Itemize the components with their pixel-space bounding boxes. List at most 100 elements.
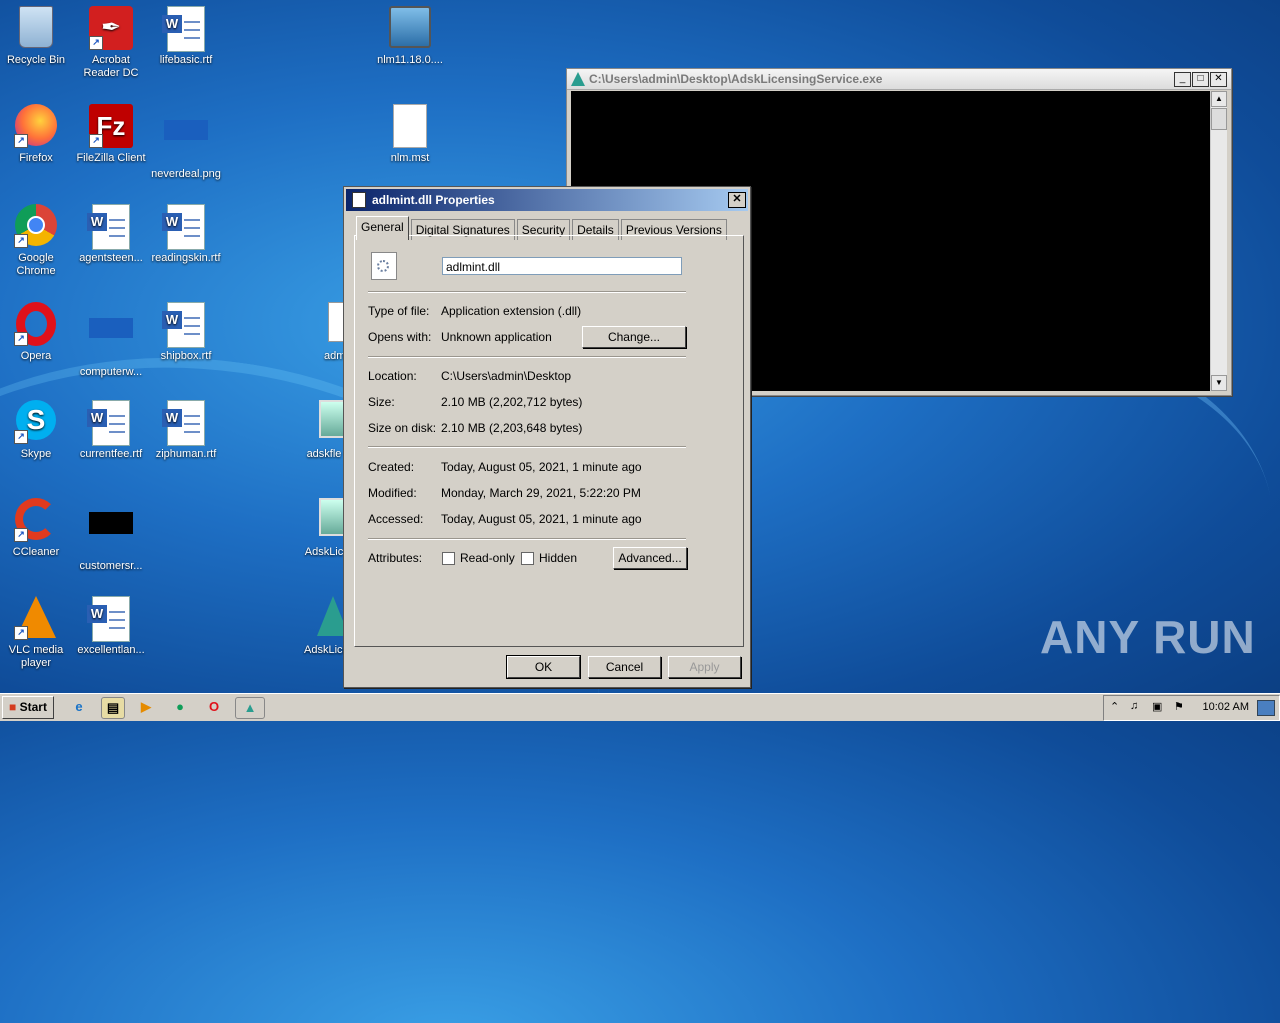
- start-button[interactable]: ■ Start: [2, 696, 54, 719]
- vlc-icon: ↗: [14, 596, 58, 640]
- divider: [368, 446, 686, 448]
- desktop-icon-chrome[interactable]: ↗ Google Chrome: [0, 198, 74, 278]
- volume-icon[interactable]: ♫: [1130, 700, 1138, 712]
- filename-input[interactable]: adlmint.dll: [442, 257, 682, 275]
- ie-icon[interactable]: e: [68, 697, 90, 717]
- system-tray: ⌃ ♫ ▣ ⚑ 10:02 AM: [1103, 695, 1280, 721]
- maximize-button[interactable]: □: [1192, 71, 1209, 87]
- explorer-folder-icon[interactable]: ▤: [101, 697, 125, 719]
- close-button[interactable]: ✕: [728, 192, 746, 208]
- word-doc-icon: W: [87, 204, 133, 250]
- ok-button[interactable]: OK: [506, 655, 581, 679]
- desktop-icon-currentfee[interactable]: W currentfee.rtf: [73, 394, 149, 461]
- dll-file-icon: [352, 192, 366, 208]
- tab-general[interactable]: General: [356, 216, 409, 240]
- apply-button[interactable]: Apply: [668, 656, 741, 678]
- properties-dialog[interactable]: adlmint.dll Properties ✕ General Digital…: [343, 186, 751, 688]
- desktop-icon-firefox[interactable]: ↗ Firefox: [0, 98, 74, 165]
- desktop-icon-opera[interactable]: ↗ Opera: [0, 296, 74, 363]
- image-file-icon: [295, 498, 344, 542]
- desktop-icon-shipbox[interactable]: W shipbox.rtf: [148, 296, 224, 363]
- desktop-icon-adsklice[interactable]: AdskLice: [290, 590, 344, 657]
- scroll-up-icon[interactable]: ▲: [1211, 91, 1227, 107]
- hidden-checkbox[interactable]: [521, 552, 534, 565]
- dialog-titlebar[interactable]: adlmint.dll Properties ✕: [346, 189, 748, 211]
- attributes-label: Attributes:: [368, 551, 423, 565]
- size-on-disk-label: Size on disk:: [368, 421, 437, 435]
- tray-expand-icon[interactable]: ⌃: [1110, 700, 1119, 713]
- modified-value: Monday, March 29, 2021, 5:22:20 PM: [441, 486, 641, 500]
- console-title: C:\Users\admin\Desktop\AdskLicensingServ…: [589, 72, 883, 86]
- type-label: Type of file:: [368, 304, 430, 318]
- size-label: Size:: [368, 395, 395, 409]
- dll-file-icon: [371, 252, 397, 280]
- anyrun-watermark: ANY RUN: [1040, 611, 1256, 663]
- desktop-icon-computerw[interactable]: computerw...: [73, 296, 149, 379]
- word-doc-icon: W: [162, 6, 208, 52]
- readonly-label: Read-only: [460, 551, 515, 565]
- taskbar: ■ Start e ▤ ▶ ● O ▲ ⌃ ♫ ▣ ⚑ 10:02 AM: [0, 693, 1280, 721]
- desktop-icon-agentsteen[interactable]: W agentsteen...: [73, 198, 149, 265]
- network-icon[interactable]: ▣: [1152, 700, 1162, 713]
- scroll-down-icon[interactable]: ▼: [1211, 375, 1227, 391]
- desktop-icon-readingskin[interactable]: W readingskin.rtf: [148, 198, 224, 265]
- advanced-button[interactable]: Advanced...: [613, 547, 687, 569]
- recycle-bin-icon: [14, 6, 58, 50]
- desktop-icon-nlm-mst[interactable]: nlm.mst: [372, 98, 448, 165]
- size-value: 2.10 MB (2,202,712 bytes): [441, 395, 583, 409]
- desktop-icon-vlc[interactable]: ↗ VLC media player: [0, 590, 74, 670]
- desktop-icon-customersr[interactable]: customersr...: [73, 492, 149, 573]
- desktop-icon-recycle-bin[interactable]: Recycle Bin: [0, 0, 74, 67]
- size-on-disk-value: 2.10 MB (2,203,648 bytes): [441, 421, 583, 435]
- autodesk-icon: [295, 596, 344, 640]
- desktop-icon-acrobat[interactable]: ✒ ↗ Acrobat Reader DC: [73, 0, 149, 80]
- chrome-icon[interactable]: ●: [169, 697, 191, 717]
- location-label: Location:: [368, 369, 417, 383]
- desktop-icon-filezilla[interactable]: Fz ↗ FileZilla Client: [73, 98, 149, 165]
- dialog-title: adlmint.dll Properties: [372, 193, 495, 207]
- image-file-icon: [164, 120, 208, 164]
- close-button[interactable]: ✕: [1210, 71, 1227, 87]
- desktop-icon-neverdeal[interactable]: neverdeal.png: [148, 98, 224, 181]
- scroll-thumb[interactable]: [1211, 108, 1227, 130]
- opera-icon[interactable]: O: [203, 697, 225, 717]
- filezilla-icon: Fz ↗: [89, 104, 133, 148]
- desktop-icon-ziphuman[interactable]: W ziphuman.rtf: [148, 394, 224, 461]
- cancel-button[interactable]: Cancel: [588, 656, 661, 678]
- word-doc-icon: W: [162, 302, 208, 348]
- console-titlebar[interactable]: C:\Users\admin\Desktop\AdskLicensingServ…: [567, 69, 1231, 90]
- desktop-icon-nlm-installer[interactable]: nlm11.18.0....: [372, 0, 448, 67]
- desktop-icon-lifebasic[interactable]: W lifebasic.rtf: [148, 0, 224, 67]
- desktop-icon-excellentlan[interactable]: W excellentlan...: [73, 590, 149, 657]
- console-scrollbar[interactable]: ▲ ▼: [1210, 91, 1227, 391]
- change-button[interactable]: Change...: [582, 326, 686, 348]
- image-file-icon: [89, 512, 133, 556]
- word-doc-icon: W: [162, 400, 208, 446]
- type-value: Application extension (.dll): [441, 304, 582, 318]
- hidden-label: Hidden: [539, 551, 578, 565]
- word-doc-icon: W: [87, 400, 133, 446]
- created-value: Today, August 05, 2021, 1 minute ago: [441, 460, 642, 474]
- opens-value: Unknown application: [441, 330, 552, 344]
- minimize-button[interactable]: _: [1174, 71, 1191, 87]
- word-doc-icon: W: [87, 596, 133, 642]
- general-panel: adlmint.dll Type of file: Application ex…: [354, 235, 744, 647]
- desktop-icon-adskfle[interactable]: adskfle: [290, 394, 344, 461]
- divider: [368, 538, 686, 540]
- word-doc-icon: W: [162, 204, 208, 250]
- flag-icon[interactable]: ⚑: [1174, 700, 1184, 713]
- modified-label: Modified:: [368, 486, 417, 500]
- image-file-icon: [295, 400, 344, 444]
- location-value: C:\Users\admin\Desktop: [441, 369, 572, 383]
- autodesk-icon[interactable]: ▲: [235, 697, 265, 719]
- desktop-icon-ccleaner[interactable]: ↗ CCleaner: [0, 492, 74, 559]
- acrobat-icon: ✒ ↗: [89, 6, 133, 50]
- clock[interactable]: 10:02 AM: [1203, 701, 1249, 713]
- readonly-checkbox[interactable]: [442, 552, 455, 565]
- desktop-icon-skype[interactable]: S ↗ Skype: [0, 394, 74, 461]
- media-player-icon[interactable]: ▶: [135, 697, 157, 717]
- accessed-value: Today, August 05, 2021, 1 minute ago: [441, 512, 642, 526]
- desktop-icon-adsklic[interactable]: AdskLic: [290, 492, 344, 559]
- opera-icon: ↗: [14, 302, 58, 346]
- show-desktop-icon[interactable]: [1257, 700, 1275, 716]
